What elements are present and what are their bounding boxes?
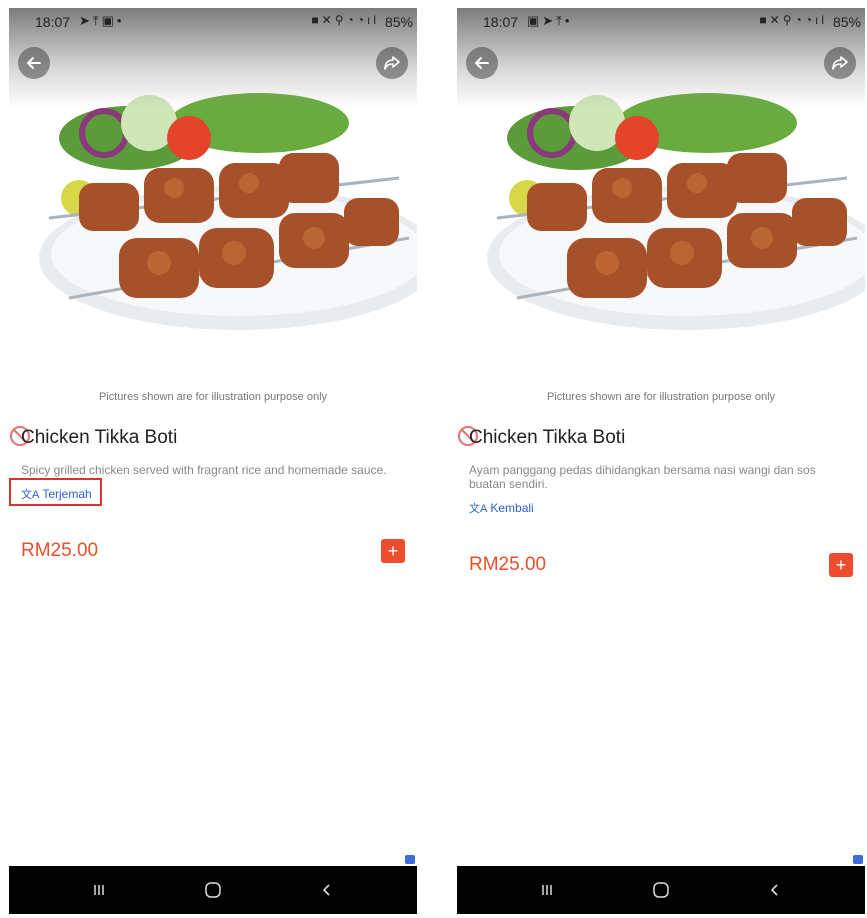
arrow-left-icon [475,57,489,69]
recent-apps-icon [542,885,552,895]
highlight-annotation-box [9,478,102,506]
phone-screen-translated: 18:07 ▣➤⤒• ■✕⚲◔◔ıl 85% Pictures shown ar… [457,0,865,918]
share-icon [384,56,400,70]
dish-photo [487,93,865,330]
back-icon [322,884,330,896]
item-price: RM25.00 [21,540,99,561]
nav-back-button[interactable] [745,866,805,914]
share-icon [832,56,848,70]
home-icon [205,882,221,898]
add-to-cart-button[interactable]: + [829,553,853,577]
item-description: Spicy grilled chicken served with fragra… [21,463,387,477]
share-button[interactable] [376,47,408,79]
battery-level: 85% [832,14,861,30]
system-status-icons: ■✕⚲◔◔ıl [759,13,827,27]
dish-photo [39,93,417,330]
arrow-left-icon [27,57,41,69]
floating-cart-icon[interactable] [853,855,863,864]
floating-cart-icon[interactable] [405,855,415,864]
show-original-link-label: Kembali [490,501,534,515]
share-button[interactable] [824,47,856,79]
item-price: RM25.00 [469,554,547,575]
battery-level: 85% [384,14,413,30]
system-navigation-bar [457,866,865,914]
show-original-link[interactable]: 文A Kembali [469,500,534,516]
phone-screen-original: 18:07 ➤⤒▣• ■✕⚲◔◔ıl 85% Pictures shown ar… [9,0,417,918]
item-title: Chicken Tikka Boti [469,427,626,448]
illustration-disclaimer: Pictures shown are for illustration purp… [98,391,328,403]
dish-hero-image [9,8,417,338]
nav-back-button[interactable] [297,866,357,914]
home-button[interactable] [631,866,691,914]
status-bar: 18:07 ➤⤒▣• ■✕⚲◔◔ıl 85% [9,8,417,36]
recent-apps-button[interactable] [517,866,577,914]
item-description: Ayam panggang pedas dihidangkan bersama … [469,463,816,491]
recent-apps-button[interactable] [69,866,129,914]
status-time: 18:07 [483,14,519,30]
system-navigation-bar [9,866,417,914]
system-status-icons: ■✕⚲◔◔ıl [311,13,379,27]
home-icon [653,882,669,898]
back-icon [770,884,778,896]
illustration-disclaimer: Pictures shown are for illustration purp… [546,391,776,403]
translate-icon: 文A [469,503,488,515]
status-bar: 18:07 ▣➤⤒• ■✕⚲◔◔ıl 85% [457,8,865,36]
item-title: Chicken Tikka Boti [21,427,178,448]
notification-icons: ▣➤⤒• [527,13,573,28]
status-time: 18:07 [35,14,71,30]
dish-hero-image [457,8,865,338]
home-button[interactable] [183,866,243,914]
back-button[interactable] [466,47,498,79]
recent-apps-icon [94,885,104,895]
notification-icons: ➤⤒▣• [79,13,125,28]
back-button[interactable] [18,47,50,79]
add-to-cart-button[interactable]: + [381,539,405,563]
